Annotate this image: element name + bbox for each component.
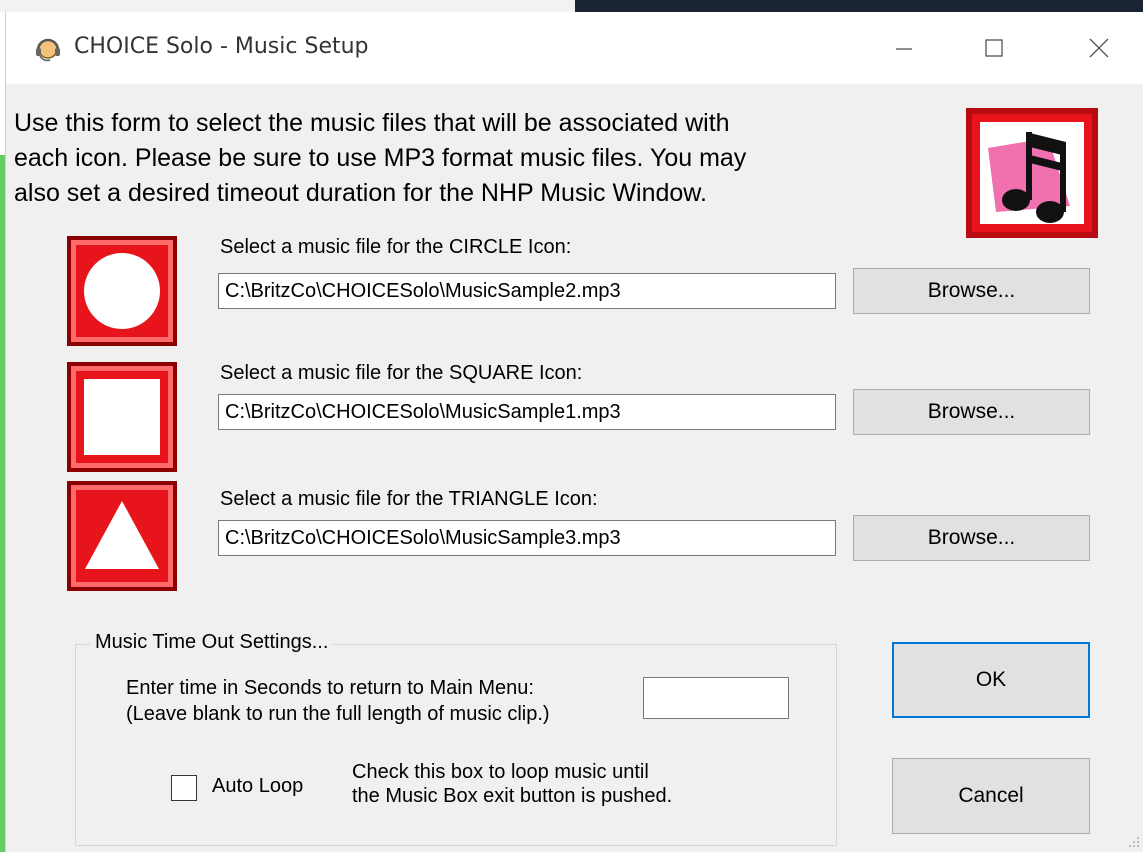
- background-top-dark: [575, 0, 1143, 12]
- triangle-browse-button[interactable]: Browse...: [853, 515, 1090, 561]
- minimize-icon: [896, 48, 912, 50]
- square-music-path-input[interactable]: [218, 394, 836, 430]
- triangle-icon: [67, 481, 177, 591]
- circle-music-path-input[interactable]: [218, 273, 836, 309]
- square-icon: [67, 362, 177, 472]
- circle-music-label: Select a music file for the CIRCLE Icon:: [220, 236, 572, 258]
- timeout-group-title: Music Time Out Settings...: [90, 631, 334, 654]
- timeout-seconds-input[interactable]: [643, 677, 789, 719]
- auto-loop-help-text: Check this box to loop music until the M…: [352, 761, 673, 807]
- dialog-content: Use this form to select the music files …: [6, 84, 1143, 852]
- music-timeout-group: Music Time Out Settings... Enter time in…: [75, 631, 837, 846]
- title-bar[interactable]: CHOICE Solo - Music Setup: [6, 12, 1143, 84]
- app-headset-icon: [36, 38, 60, 62]
- instructions-text: Use this form to select the music files …: [14, 109, 747, 207]
- square-music-label: Select a music file for the SQUARE Icon:: [220, 362, 583, 384]
- circle-icon: [67, 236, 177, 346]
- ok-button[interactable]: OK: [892, 642, 1090, 718]
- auto-loop-checkbox[interactable]: [171, 775, 197, 801]
- square-browse-button[interactable]: Browse...: [853, 389, 1090, 435]
- auto-loop-label[interactable]: Auto Loop: [212, 775, 303, 798]
- music-setup-window: CHOICE Solo - Music Setup Use this form …: [5, 12, 1143, 852]
- cancel-button[interactable]: Cancel: [892, 758, 1090, 834]
- triangle-music-path-input[interactable]: [218, 520, 836, 556]
- music-note-icon: [966, 108, 1098, 238]
- close-icon: [1089, 38, 1109, 58]
- circle-browse-button[interactable]: Browse...: [853, 268, 1090, 314]
- window-title: CHOICE Solo - Music Setup: [74, 34, 369, 59]
- timeout-seconds-label: Enter time in Seconds to return to Main …: [126, 677, 550, 725]
- resize-grip-icon[interactable]: [1128, 836, 1140, 848]
- maximize-button[interactable]: [971, 28, 1017, 68]
- minimize-button[interactable]: [881, 28, 927, 68]
- triangle-music-label: Select a music file for the TRIANGLE Ico…: [220, 488, 598, 510]
- maximize-icon: [985, 39, 1003, 57]
- close-button[interactable]: [1076, 28, 1122, 68]
